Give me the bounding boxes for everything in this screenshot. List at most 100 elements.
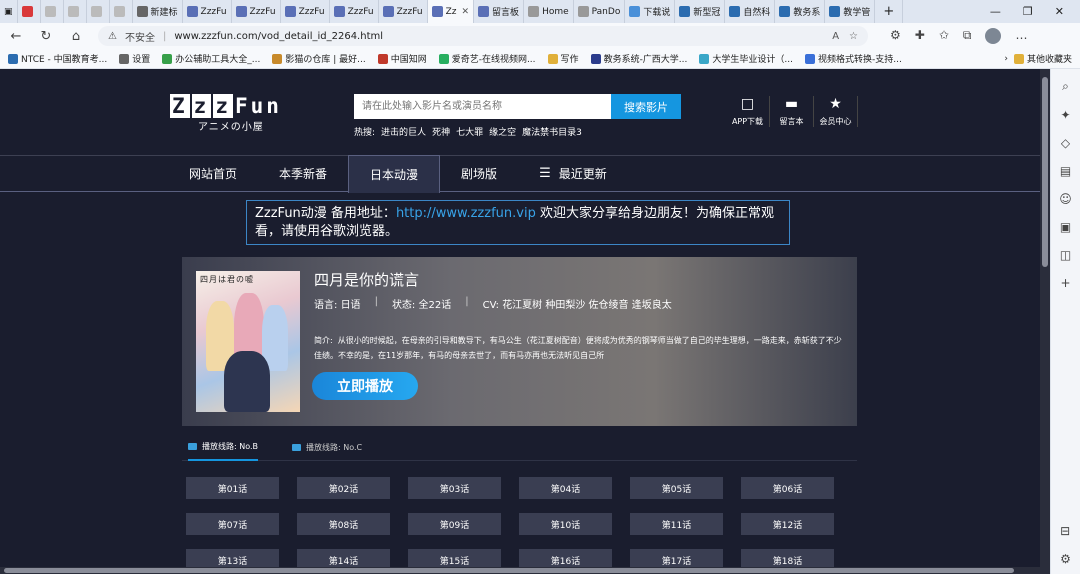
browser-tab[interactable]: Zz ✕: [427, 0, 475, 23]
header-tool-button[interactable]: ▬ 留言本: [770, 96, 814, 127]
browser-tab[interactable]: ZzzFu: [379, 0, 428, 23]
browser-tab[interactable]: 新建标: [133, 0, 183, 23]
tab-label: ZzzFu: [396, 6, 423, 17]
play-line-tab[interactable]: 播放线路: No.C: [292, 433, 362, 461]
nav-item[interactable]: 剧场版: [440, 155, 518, 192]
url-field[interactable]: ⚠ 不安全 | www.zzzfun.com/vod_detail_id_226…: [98, 26, 868, 46]
episode-button[interactable]: 第10话: [519, 513, 612, 535]
tag-icon[interactable]: ◇: [1061, 136, 1070, 150]
episode-button[interactable]: 第08话: [297, 513, 390, 535]
play-line-tab[interactable]: 播放线路: No.B: [188, 433, 259, 461]
minimize-icon[interactable]: —: [990, 5, 1001, 18]
browser-tab[interactable]: ZzzFu: [330, 0, 379, 23]
office-icon[interactable]: ▣: [1060, 220, 1071, 234]
bookmark-item[interactable]: NTCE - 中国教育考...: [8, 52, 107, 65]
hot-search-link[interactable]: 进击的巨人: [381, 125, 426, 138]
hot-search-link[interactable]: 七大罪: [456, 125, 483, 138]
outlook-icon[interactable]: ◫: [1060, 248, 1071, 262]
episode-button[interactable]: 第03话: [408, 477, 501, 499]
home-button[interactable]: ⌂: [68, 29, 84, 44]
episode-button[interactable]: 第02话: [297, 477, 390, 499]
add-icon[interactable]: +: [1060, 276, 1070, 290]
folder-icon: [1013, 53, 1024, 64]
episode-button[interactable]: 第07话: [186, 513, 279, 535]
reload-button[interactable]: ↻: [38, 29, 54, 44]
search-icon[interactable]: ⌕: [1062, 79, 1069, 94]
favorite-star-icon[interactable]: ☆: [849, 31, 858, 42]
nav-item[interactable]: 网站首页: [168, 155, 258, 192]
notice-banner: ZzzFun动漫 备用地址：http://www.zzzfun.vip 欢迎大家…: [246, 200, 790, 245]
close-icon[interactable]: ✕: [1055, 5, 1064, 18]
more-menu-icon[interactable]: …: [1015, 28, 1027, 44]
browser-tab[interactable]: ZzzFu: [281, 0, 330, 23]
browser-tab[interactable]: ZzzFu: [183, 0, 232, 23]
browser-tab[interactable]: [110, 0, 133, 23]
bookmark-item[interactable]: 写作: [547, 52, 579, 65]
episode-button[interactable]: 第05话: [630, 477, 723, 499]
episode-button[interactable]: 第06话: [741, 477, 834, 499]
hot-search-link[interactable]: 缘之空: [489, 125, 516, 138]
browser-tab[interactable]: 教学管: [825, 0, 876, 23]
play-now-button[interactable]: 立即播放: [312, 372, 418, 400]
new-tab-button[interactable]: +: [875, 0, 904, 23]
puzzle-icon[interactable]: ✚: [915, 28, 925, 44]
bookmark-item[interactable]: 办公辅助工具大全_...: [162, 52, 260, 65]
browser-tab[interactable]: 下载说: [625, 0, 676, 23]
split-screen-icon[interactable]: ⊟: [1060, 524, 1071, 538]
bookmark-item[interactable]: 爱奇艺-在线视频网...: [438, 52, 536, 65]
close-tab-icon[interactable]: ✕: [462, 7, 470, 17]
browser-tab[interactable]: 新型冠: [675, 0, 726, 23]
other-bookmarks-folder[interactable]: 其他收藏夹: [1013, 52, 1072, 65]
sparkle-icon[interactable]: ✦: [1060, 108, 1070, 122]
bookmark-item[interactable]: 教务系统-广西大学...: [590, 52, 687, 65]
settings-gear-icon[interactable]: ⚙: [1060, 552, 1071, 566]
collections-icon[interactable]: ⧉: [963, 28, 972, 44]
chevron-right-icon[interactable]: ›: [1004, 54, 1008, 64]
horizontal-scrollbar[interactable]: [0, 567, 1040, 574]
nav-item[interactable]: ☰ 最近更新: [518, 155, 628, 192]
browser-tab[interactable]: [87, 0, 110, 23]
browser-tab[interactable]: 留言板: [474, 0, 525, 23]
browser-tab[interactable]: 教务系: [775, 0, 826, 23]
bookmark-item[interactable]: 设置: [119, 52, 150, 65]
bookmark-item[interactable]: 影猫の仓库 | 最好...: [272, 52, 366, 65]
browser-tab[interactable]: Home: [524, 0, 574, 23]
header-tool-button[interactable]: ★ 会员中心: [814, 96, 858, 127]
episode-button[interactable]: 第04话: [519, 477, 612, 499]
bookmark-item[interactable]: 视频格式转换-支持...: [805, 52, 902, 65]
profile-avatar[interactable]: [985, 28, 1002, 44]
browser-tab[interactable]: 自然科: [725, 0, 776, 23]
bookmark-item[interactable]: 中国知网: [377, 52, 427, 65]
nav-item[interactable]: 日本动漫: [348, 154, 441, 193]
bookmark-item[interactable]: 大学生毕业设计（...: [699, 52, 793, 65]
episode-button[interactable]: 第12话: [741, 513, 834, 535]
extensions-icon[interactable]: ⚙: [890, 28, 901, 44]
backup-url-link[interactable]: http://www.zzzfun.vip: [396, 206, 536, 221]
browser-sidebar: ⌕ ✦ ◇ ▤ ☺ ▣ ◫ + ⊟ ⚙: [1050, 69, 1080, 574]
poster-image[interactable]: 四月は君の嘘: [196, 271, 300, 412]
nav-item[interactable]: 本季新番: [258, 155, 348, 192]
browser-tab[interactable]: [41, 0, 64, 23]
browser-tab[interactable]: PanDo: [574, 0, 626, 23]
episode-button[interactable]: 第09话: [408, 513, 501, 535]
search-button[interactable]: 搜索影片: [611, 94, 681, 119]
header-tool-button[interactable]: □ APP下载: [726, 96, 770, 127]
tab-actions-button[interactable]: ▣: [0, 0, 18, 23]
browser-tab[interactable]: [18, 0, 41, 23]
episode-button[interactable]: 第11话: [630, 513, 723, 535]
maximize-icon[interactable]: ❐: [1023, 5, 1033, 18]
episode-button[interactable]: 第01话: [186, 477, 279, 499]
search-input[interactable]: [354, 94, 611, 119]
vertical-scrollbar[interactable]: [1040, 69, 1050, 574]
hot-search-link[interactable]: 魔法禁书目录3: [522, 125, 582, 138]
favorites-icon[interactable]: ✩: [939, 28, 949, 44]
browser-tab[interactable]: ZzzFu: [232, 0, 281, 23]
back-button[interactable]: ←: [8, 29, 24, 44]
tab-favicon-icon: [333, 6, 345, 17]
people-icon[interactable]: ☺: [1059, 192, 1072, 206]
browser-tab[interactable]: [64, 0, 87, 23]
hot-search-link[interactable]: 死神: [432, 125, 450, 138]
toolbox-icon[interactable]: ▤: [1060, 164, 1071, 178]
site-logo[interactable]: Zz z Fun アニメの小屋: [170, 94, 300, 133]
read-aloud-icon[interactable]: A: [832, 31, 839, 42]
